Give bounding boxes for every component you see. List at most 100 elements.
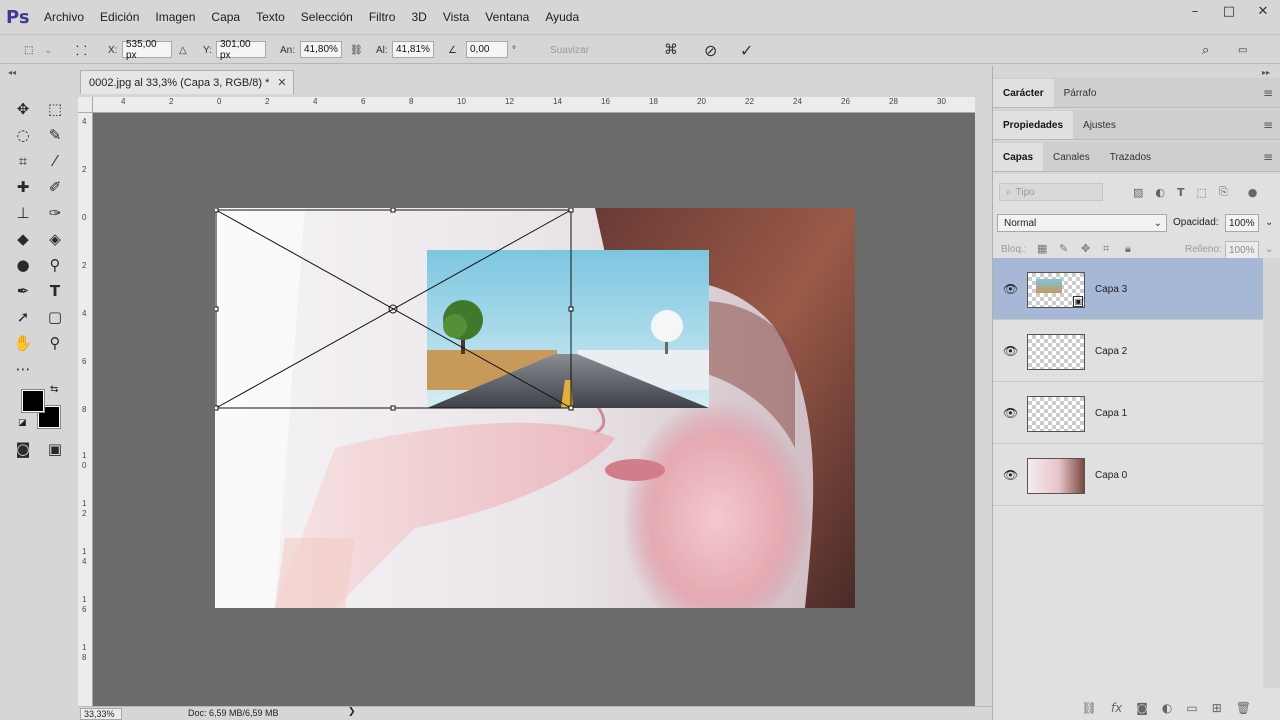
pen-tool-icon[interactable]: ✒	[12, 280, 34, 302]
reference-point-icon[interactable]: ⸬	[76, 41, 87, 59]
filter-adjustment-icon[interactable]: ◐	[1155, 186, 1165, 199]
dodge-tool-icon[interactable]: ⚲	[44, 254, 66, 276]
delta-icon[interactable]: △	[179, 41, 187, 59]
filter-toggle-icon[interactable]: ●	[1248, 186, 1258, 199]
fx-icon[interactable]: fx	[1111, 701, 1122, 715]
filter-shape-icon[interactable]: ⬚	[1197, 186, 1207, 199]
tab-caracter[interactable]: Carácter	[993, 79, 1054, 107]
close-button[interactable]: ✕	[1246, 0, 1280, 22]
layer-row-capa-1[interactable]: 👁︎ Capa 1	[993, 382, 1263, 444]
angle-field[interactable]: 0,00	[466, 41, 508, 58]
zoom-tool-icon[interactable]: ⚲	[44, 332, 66, 354]
new-group-icon[interactable]: ▭	[1186, 701, 1197, 715]
fill-field[interactable]: 100%	[1225, 241, 1259, 259]
marquee-tool-icon[interactable]: ⬚	[44, 98, 66, 120]
opacity-chevron-icon[interactable]: ⌄	[1265, 217, 1273, 228]
x-field[interactable]: 535,00 px	[122, 39, 172, 61]
trash-icon[interactable]: 🗑︎	[1236, 701, 1251, 715]
y-field[interactable]: 301,00 px	[216, 39, 266, 61]
fill-chevron-icon[interactable]: ⌄	[1265, 244, 1273, 255]
tab-trazados[interactable]: Trazados	[1100, 143, 1161, 171]
layer-name[interactable]: Capa 3	[1095, 284, 1127, 295]
more-tools-icon[interactable]: ⋯	[12, 358, 34, 380]
layer-filter-select[interactable]: ⌕ Tipo	[999, 183, 1103, 201]
menu-vista[interactable]: Vista	[435, 10, 477, 24]
filter-type-icon[interactable]: T	[1177, 186, 1185, 199]
document-tab[interactable]: 0002.jpg al 33,3% (Capa 3, RGB/8) * ✕	[80, 70, 294, 94]
menu-filtro[interactable]: Filtro	[361, 10, 404, 24]
menu-ventana[interactable]: Ventana	[477, 10, 537, 24]
lock-artboard-icon[interactable]: ⌗	[1103, 242, 1109, 256]
search-icon[interactable]: ⌕	[1202, 41, 1209, 59]
transform-tool-icon[interactable]: ⬚	[24, 41, 33, 59]
tool-preset-chevron-icon[interactable]: ⌄	[44, 41, 52, 59]
new-layer-icon[interactable]: ⊞	[1212, 701, 1222, 715]
layer-name[interactable]: Capa 1	[1095, 408, 1127, 419]
document-canvas[interactable]	[215, 208, 855, 608]
layers-scrollbar[interactable]	[1263, 258, 1280, 688]
default-colors-icon[interactable]: ◪	[18, 418, 27, 428]
tab-capas[interactable]: Capas	[993, 143, 1044, 171]
horizontal-ruler[interactable]: 4 2 0 2 4 6 8 10 12 14 16 18 20 22 24 26…	[93, 97, 975, 113]
link-layers-icon[interactable]: ⛓	[1082, 701, 1097, 715]
tab-canales[interactable]: Canales	[1043, 143, 1100, 171]
move-tool-icon[interactable]: ✥	[12, 98, 34, 120]
add-mask-icon[interactable]: ◙	[1136, 701, 1148, 715]
width-field[interactable]: 41,80%	[300, 41, 342, 58]
lock-transparent-icon[interactable]: ▦	[1037, 242, 1047, 255]
history-brush-tool-icon[interactable]: ✑	[44, 202, 66, 224]
ruler-origin[interactable]	[78, 97, 93, 113]
blur-tool-icon[interactable]: ●	[12, 254, 34, 276]
collapse-panels-icon[interactable]: ▸▸	[1262, 68, 1270, 77]
commit-transform-icon[interactable]: ✓	[740, 41, 753, 60]
eye-icon[interactable]: 👁︎	[1003, 282, 1018, 296]
close-document-icon[interactable]: ✕	[277, 76, 286, 89]
lasso-tool-icon[interactable]: ◌	[12, 124, 34, 146]
tab-ajustes[interactable]: Ajustes	[1073, 111, 1126, 139]
eye-icon[interactable]: 👁︎	[1003, 406, 1018, 420]
workspace-icon[interactable]: ▭	[1238, 41, 1247, 59]
hand-tool-icon[interactable]: ✋	[12, 332, 34, 354]
layer-name[interactable]: Capa 0	[1095, 470, 1127, 481]
quick-mask-icon[interactable]: ◙	[12, 438, 34, 460]
blend-mode-select[interactable]: Normal ⌄	[997, 214, 1167, 232]
path-selection-tool-icon[interactable]: ➚	[12, 306, 34, 328]
minimize-button[interactable]: –	[1178, 0, 1212, 22]
menu-archivo[interactable]: Archivo	[36, 10, 92, 24]
foreground-color-chip[interactable]	[21, 389, 45, 413]
filter-pixel-icon[interactable]: ▨	[1133, 186, 1143, 199]
swap-colors-icon[interactable]: ⇆	[50, 384, 58, 395]
opacity-field[interactable]: 100%	[1225, 214, 1259, 232]
quick-select-tool-icon[interactable]: ✎	[44, 124, 66, 146]
menu-3d[interactable]: 3D	[403, 10, 434, 24]
crop-tool-icon[interactable]: ⌗	[12, 150, 34, 172]
link-icon[interactable]: ⛓	[350, 41, 363, 59]
brush-tool-icon[interactable]: ✐	[44, 176, 66, 198]
lock-position-icon[interactable]: ✥	[1081, 242, 1090, 255]
maximize-button[interactable]: □	[1212, 0, 1246, 22]
zoom-field[interactable]: 33,33%	[80, 708, 122, 720]
tab-parrafo[interactable]: Párrafo	[1054, 79, 1107, 107]
layer-row-capa-3[interactable]: 👁︎ ▣ Capa 3	[993, 258, 1263, 320]
warp-icon[interactable]: ⌘	[664, 41, 678, 59]
layer-row-capa-0[interactable]: 👁︎ Capa 0	[993, 444, 1263, 506]
eyedropper-tool-icon[interactable]: ⁄	[44, 150, 66, 172]
menu-texto[interactable]: Texto	[248, 10, 293, 24]
screen-mode-icon[interactable]: ▣	[44, 438, 66, 460]
menu-capa[interactable]: Capa	[203, 10, 248, 24]
menu-ayuda[interactable]: Ayuda	[537, 10, 587, 24]
eye-icon[interactable]: 👁︎	[1003, 468, 1018, 482]
vertical-scrollbar[interactable]	[975, 97, 992, 706]
height-field[interactable]: 41,81%	[392, 41, 434, 58]
tab-propiedades[interactable]: Propiedades	[993, 111, 1074, 139]
paint-bucket-tool-icon[interactable]: ◈	[44, 228, 66, 250]
layer-name[interactable]: Capa 2	[1095, 346, 1127, 357]
menu-seleccion[interactable]: Selección	[293, 10, 361, 24]
cancel-transform-icon[interactable]: ⊘	[704, 41, 717, 60]
menu-imagen[interactable]: Imagen	[147, 10, 203, 24]
panel-menu-icon[interactable]: ≡	[1263, 86, 1273, 100]
healing-brush-tool-icon[interactable]: ✚	[12, 176, 34, 198]
lock-pixels-icon[interactable]: ✎	[1059, 242, 1068, 255]
filter-smart-object-icon[interactable]: ⎘	[1219, 185, 1228, 199]
new-adjustment-icon[interactable]: ◐	[1162, 701, 1172, 715]
